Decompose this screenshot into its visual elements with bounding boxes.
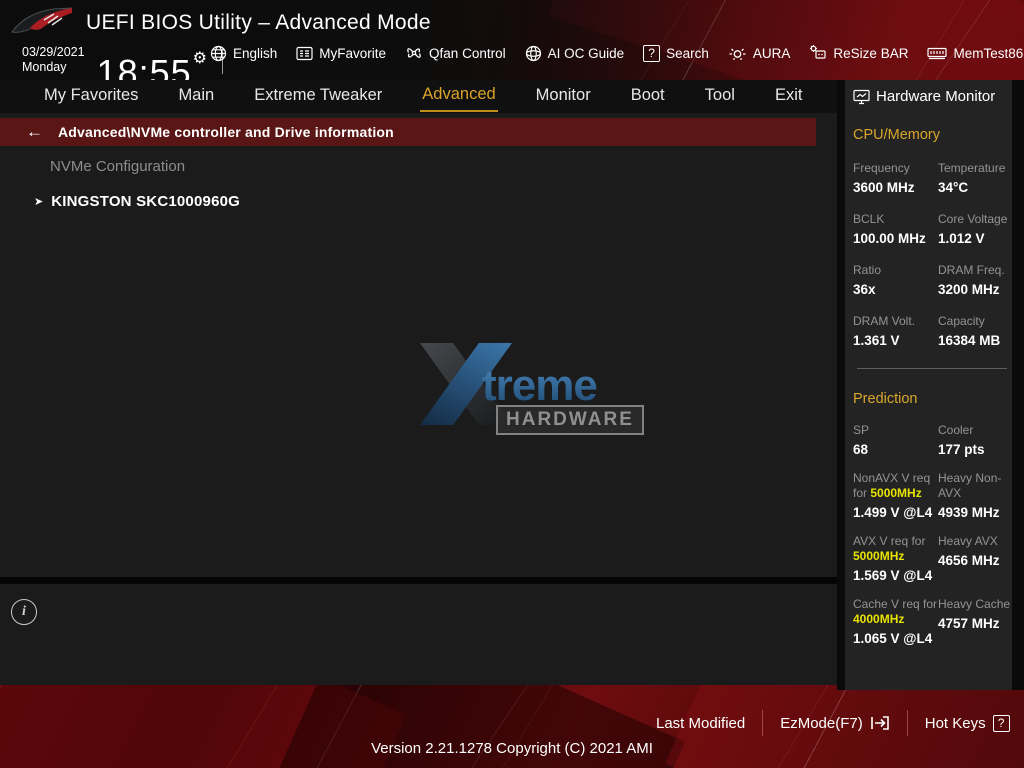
aura-button[interactable]: AURA [728, 45, 791, 62]
stat-avx-vreq: AVX V req for 5000MHz 1.569 V @L4 [853, 534, 933, 583]
nonavx-freq-highlight: 5000MHz [870, 486, 922, 500]
date-display: 03/29/2021 Monday [22, 45, 85, 75]
stat-capacity: Capacity 16384 MB [938, 314, 1001, 348]
hot-keys-button[interactable]: Hot Keys ? [924, 714, 1010, 732]
resize-bar-button[interactable]: ReSize BAR [809, 44, 908, 62]
hardware-monitor-header: Hardware Monitor [853, 88, 1012, 105]
aura-icon [729, 48, 746, 60]
hardware-monitor-panel: Hardware Monitor CPU/Memory Frequency 360… [845, 80, 1012, 690]
language-label: English [233, 45, 278, 61]
tab-my-favorites[interactable]: My Favorites [42, 82, 140, 111]
tab-boot[interactable]: Boot [629, 82, 667, 111]
resize-bar-icon [810, 45, 827, 59]
stat-temperature: Temperature 34°C [938, 161, 1006, 195]
xtreme-hardware-watermark: treme HARDWARE [420, 343, 644, 438]
cache-freq-highlight: 4000MHz [853, 612, 905, 626]
hardware-monitor-title: Hardware Monitor [876, 88, 996, 105]
info-panel-divider [0, 577, 837, 584]
cpu-memory-grid: Frequency 3600 MHz Temperature 34°C BCLK 10… [853, 161, 1012, 348]
stat-cache-vreq: Cache V req for 4000MHz 1.065 V @L4 [853, 597, 938, 646]
memtest-label: MemTest86 [953, 45, 1024, 61]
date-text: 03/29/2021 [22, 45, 85, 59]
stat-sp: SP 68 [853, 423, 870, 457]
resize-bar-label: ReSize BAR [833, 45, 909, 61]
nvme-drive-item[interactable]: ➤ KINGSTON SKC1000960G [34, 193, 240, 210]
header-toolbar: English MyFavorite Qfan Control AI OC Gu… [210, 44, 1023, 62]
ezmode-button[interactable]: EzMode(F7) [780, 715, 890, 732]
app-title: UEFI BIOS Utility – Advanced Mode [86, 11, 431, 34]
nvme-configuration-label: NVMe Configuration [50, 158, 186, 175]
tab-main[interactable]: Main [176, 82, 216, 111]
stat-cooler: Cooler 177 pts [938, 423, 985, 457]
stat-frequency: Frequency 3600 MHz [853, 161, 915, 195]
tab-exit[interactable]: Exit [773, 82, 805, 111]
ai-oc-icon [525, 45, 541, 61]
stat-core-voltage: Core Voltage 1.012 V [938, 212, 1008, 246]
version-text: Version 2.21.1278 Copyright (C) 2021 AMI [371, 740, 653, 757]
prediction-grid: SP 68 Cooler 177 pts NonAVX V req for 5000… [853, 423, 1012, 646]
language-button[interactable]: English [210, 45, 277, 62]
monitor-icon [853, 89, 870, 104]
hot-keys-label: Hot Keys [924, 714, 986, 732]
tab-tool[interactable]: Tool [703, 82, 737, 111]
footer-separator [906, 710, 908, 736]
bios-screen: UEFI BIOS Utility – Advanced Mode 03/29/… [0, 0, 1024, 768]
ezmode-exit-icon [870, 716, 889, 730]
qfan-icon [407, 48, 421, 58]
myfavorite-icon [296, 46, 313, 60]
stat-ratio: Ratio 36x [853, 263, 882, 297]
aura-label: AURA [752, 45, 791, 61]
myfavorite-button[interactable]: MyFavorite [296, 46, 386, 61]
avx-freq-highlight: 5000MHz [853, 549, 905, 563]
last-modified-label: Last Modified [656, 714, 746, 732]
footer-bar: Last Modified EzMode(F7) Hot Keys ? [656, 710, 1010, 736]
memtest-icon [927, 47, 948, 59]
ai-oc-guide-button[interactable]: AI OC Guide [525, 45, 625, 62]
qfan-control-button[interactable]: Qfan Control [405, 45, 506, 61]
globe-icon [210, 45, 227, 61]
cpu-memory-section-title: CPU/Memory [853, 127, 941, 143]
day-text: Monday [22, 60, 67, 74]
stat-bclk: BCLK 100.00 MHz [853, 212, 926, 246]
search-icon: ? [643, 44, 661, 62]
time-settings-gear-icon[interactable]: ⚙ [193, 50, 208, 67]
prediction-section-title: Prediction [853, 391, 918, 407]
footer-separator [762, 710, 764, 736]
stat-dram-volt: DRAM Volt. 1.361 V [853, 314, 916, 348]
stat-nonavx-vreq: NonAVX V req for 5000MHz 1.499 V @L4 [853, 471, 933, 520]
main-panel: ← Advanced\NVMe controller and Drive inf… [0, 113, 837, 685]
ezmode-label: EzMode(F7) [780, 714, 863, 732]
stat-heavy-cache: Heavy Cache 4757 MHz [938, 597, 1011, 631]
back-arrow-icon[interactable]: ← [26, 122, 43, 142]
myfavorite-label: MyFavorite [319, 45, 387, 61]
stat-heavy-avx: Heavy AVX 4656 MHz [938, 534, 1000, 568]
breadcrumb[interactable]: ← Advanced\NVMe controller and Drive inf… [0, 118, 816, 146]
memtest-button[interactable]: MemTest86 [927, 46, 1023, 61]
ai-oc-guide-label: AI OC Guide [547, 45, 625, 61]
stat-dram-freq: DRAM Freq. 3200 MHz [938, 263, 1005, 297]
submenu-arrow-icon: ➤ [34, 196, 44, 208]
header-bar: UEFI BIOS Utility – Advanced Mode 03/29/… [0, 0, 1024, 92]
stat-heavy-nonavx: Heavy Non-AVX 4939 MHz [938, 471, 1002, 520]
nvme-drive-label: KINGSTON SKC1000960G [51, 193, 241, 210]
tab-extreme-tweaker[interactable]: Extreme Tweaker [252, 82, 384, 111]
tab-monitor[interactable]: Monitor [534, 82, 593, 111]
rog-logo-icon [11, 7, 73, 33]
main-menu-bar: My Favorites Main Extreme Tweaker Advanc… [0, 80, 840, 113]
search-label: Search [666, 45, 709, 61]
last-modified-button[interactable]: Last Modified [656, 715, 745, 732]
hot-keys-icon: ? [992, 714, 1010, 732]
sidebar-divider [857, 368, 1007, 369]
watermark-brand: treme [482, 361, 598, 410]
search-button[interactable]: ? Search [643, 44, 709, 62]
breadcrumb-text: Advanced\NVMe controller and Drive infor… [58, 124, 394, 140]
watermark-sub: HARDWARE [496, 405, 644, 435]
qfan-control-label: Qfan Control [429, 45, 506, 61]
info-icon: i [11, 599, 37, 625]
tab-advanced[interactable]: Advanced [420, 81, 498, 112]
